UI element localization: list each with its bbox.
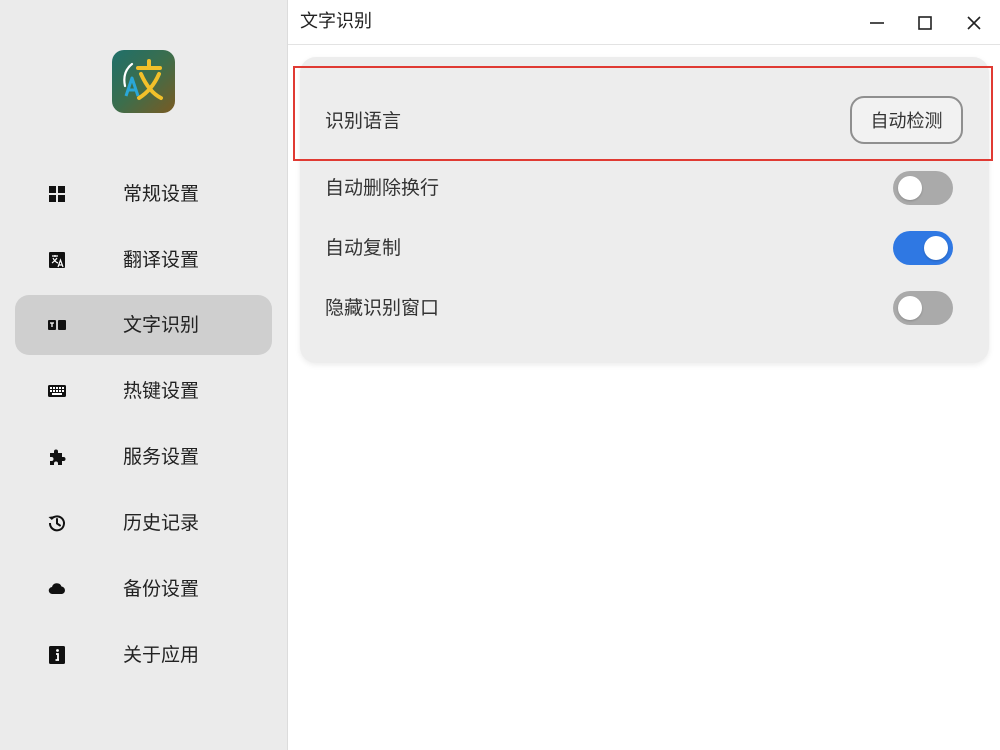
sidebar-item-label: 服务设置 [123, 446, 200, 468]
sidebar-item-backup[interactable]: 备份设置 [15, 559, 272, 619]
hide-window-toggle[interactable] [893, 291, 953, 325]
toggle-knob [898, 296, 922, 320]
sidebar-item-about[interactable]: 关于应用 [15, 625, 272, 685]
toggle-knob [898, 176, 922, 200]
delete-newline-label: 自动删除换行 [325, 177, 440, 199]
sidebar-item-service[interactable]: 服务设置 [15, 427, 272, 487]
close-button[interactable] [959, 8, 989, 38]
app-window: 常规设置 翻译设置 文字识别 热键设置 服务设置 历史记录 备份设置 关于应用 … [0, 0, 1000, 750]
sidebar-item-label: 常规设置 [123, 183, 200, 205]
cloud-icon [47, 579, 67, 599]
toggle-knob [924, 236, 948, 260]
grid-icon [47, 184, 67, 204]
sidebar-item-label: 关于应用 [123, 644, 200, 666]
sidebar-item-history[interactable]: 历史记录 [15, 493, 272, 553]
minimize-button[interactable] [862, 8, 892, 38]
sidebar-item-label: 文字识别 [123, 314, 200, 336]
sidebar: 常规设置 翻译设置 文字识别 热键设置 服务设置 历史记录 备份设置 关于应用 [0, 0, 288, 750]
language-select-button[interactable]: 自动检测 [850, 96, 963, 144]
minimize-icon [870, 22, 884, 24]
language-label: 识别语言 [325, 110, 402, 132]
close-icon [967, 16, 981, 30]
sidebar-item-label: 历史记录 [123, 512, 200, 534]
sidebar-item-translate[interactable]: 翻译设置 [15, 230, 272, 290]
history-icon [47, 513, 67, 533]
auto-copy-toggle[interactable] [893, 231, 953, 265]
sidebar-item-hotkey[interactable]: 热键设置 [15, 361, 272, 421]
sidebar-item-label: 备份设置 [123, 578, 200, 600]
sidebar-item-ocr[interactable]: 文字识别 [15, 295, 272, 355]
puzzle-icon [47, 447, 67, 467]
sidebar-item-general[interactable]: 常规设置 [15, 164, 272, 224]
maximize-icon [918, 16, 932, 30]
auto-copy-label: 自动复制 [325, 237, 402, 259]
info-icon [47, 645, 67, 665]
ocr-icon [47, 315, 67, 335]
app-logo-icon [112, 50, 175, 113]
translate-icon [47, 250, 67, 270]
hide-window-label: 隐藏识别窗口 [325, 297, 440, 319]
delete-newline-toggle[interactable] [893, 171, 953, 205]
sidebar-item-label: 翻译设置 [123, 249, 200, 271]
window-title: 文字识别 [300, 11, 372, 32]
sidebar-item-label: 热键设置 [123, 380, 200, 402]
title-bar: 文字识别 [288, 0, 1000, 45]
maximize-button[interactable] [910, 8, 940, 38]
keyboard-icon [47, 381, 67, 401]
